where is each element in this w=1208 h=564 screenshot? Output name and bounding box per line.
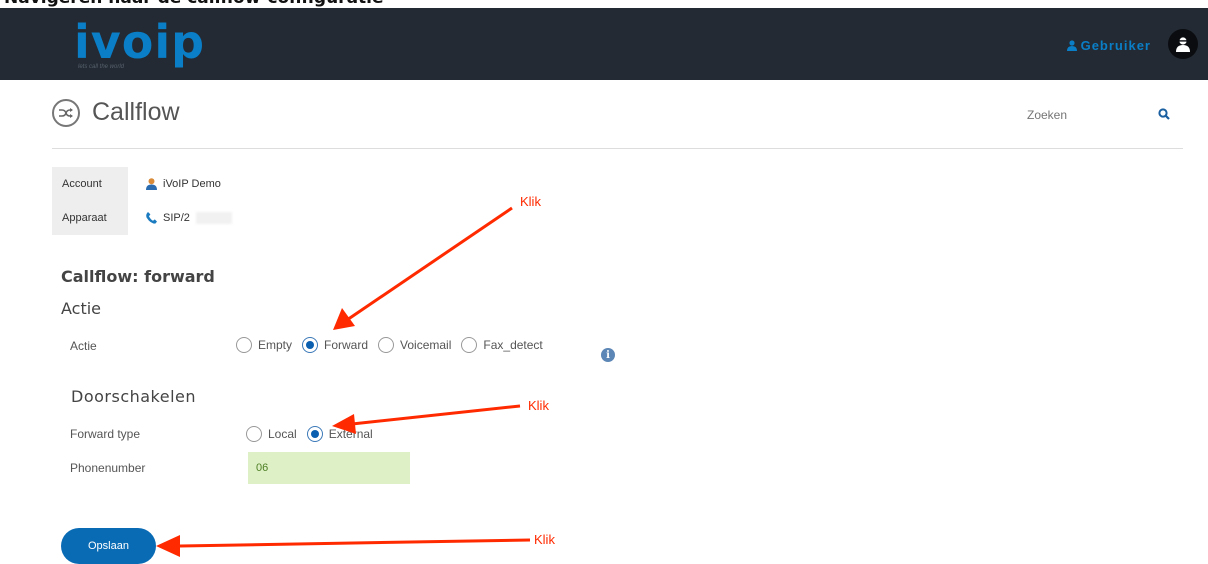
actie-heading: Actie — [61, 299, 102, 318]
heading-fragment: Navigeren naar de callflow-configuratie — [0, 0, 1208, 8]
top-navbar: ivoip lets call the world Gebruiker — [0, 8, 1208, 80]
redacted-number — [195, 212, 232, 224]
actie-option-fax-detect[interactable]: Fax_detect — [461, 337, 543, 353]
forward-type-label: Forward type — [70, 427, 141, 441]
page-title: Callflow — [92, 98, 180, 126]
account-user-icon — [146, 178, 157, 190]
actie-option-forward[interactable]: Forward — [302, 337, 368, 353]
actie-label: Actie — [70, 339, 97, 353]
klik-annotation-3: Klik — [534, 532, 555, 547]
device-value: SIP/2 — [128, 201, 232, 235]
radio-label: Empty — [258, 338, 293, 352]
search-button[interactable] — [1158, 107, 1170, 125]
account-row: Account iVoIP Demo — [52, 167, 232, 201]
device-label: Apparaat — [52, 201, 128, 235]
doorschakelen-heading: Doorschakelen — [71, 387, 197, 406]
arrow-to-forward — [333, 206, 513, 330]
search-input[interactable] — [1025, 103, 1157, 127]
actie-option-empty[interactable]: Empty — [236, 337, 292, 353]
radio-label: External — [328, 427, 373, 441]
title-divider — [52, 148, 1183, 149]
account-value: iVoIP Demo — [128, 167, 221, 201]
page-title-row: Callflow — [52, 98, 180, 127]
user-icon — [1066, 40, 1077, 51]
radio-label: Fax_detect — [483, 338, 543, 352]
search-box — [1025, 103, 1183, 129]
account-label: Account — [52, 167, 128, 201]
radio-circle[interactable] — [302, 337, 319, 353]
radio-circle[interactable] — [236, 337, 252, 353]
account-info-table: Account iVoIP Demo Apparaat SIP/2 — [52, 167, 232, 235]
actie-radio-group: Empty Forward Voicemail Fax_detect — [236, 337, 553, 353]
forward-type-external[interactable]: External — [306, 426, 373, 442]
save-button[interactable]: Opslaan — [61, 528, 156, 564]
radio-circle[interactable] — [461, 337, 478, 353]
ivoip-logo[interactable]: ivoip lets call the world — [74, 15, 206, 70]
phone-icon — [146, 212, 157, 224]
actie-option-voicemail[interactable]: Voicemail — [378, 337, 451, 353]
radio-label: Voicemail — [400, 338, 452, 352]
user-label: Gebruiker — [1080, 38, 1151, 53]
phonenumber-label: Phonenumber — [70, 461, 146, 475]
klik-annotation-2: Klik — [528, 398, 549, 413]
arrow-to-save — [156, 535, 531, 557]
forward-type-local[interactable]: Local — [246, 426, 297, 442]
radio-circle[interactable] — [306, 426, 323, 442]
heading-fragment-text: Navigeren naar de callflow-configuratie — [4, 0, 384, 8]
radio-label: Local — [268, 427, 297, 441]
info-icon[interactable]: i — [601, 348, 615, 362]
user-menu-link[interactable]: Gebruiker — [1066, 38, 1151, 53]
radio-circle[interactable] — [246, 426, 262, 442]
callflow-title: Callflow: forward — [61, 267, 215, 286]
logo-tagline: lets call the world — [78, 64, 125, 70]
radio-circle[interactable] — [378, 337, 395, 353]
logo-text: ivoip — [74, 15, 206, 69]
account-name: iVoIP Demo — [163, 178, 221, 190]
radio-label: Forward — [324, 338, 369, 352]
phonenumber-input[interactable] — [248, 452, 410, 484]
avatar-icon[interactable] — [1168, 29, 1198, 59]
device-row: Apparaat SIP/2 — [52, 201, 232, 235]
device-name: SIP/2 — [163, 212, 190, 224]
shuffle-icon — [52, 98, 80, 127]
forward-type-radio-group: Local External — [246, 426, 383, 442]
search-icon — [1158, 108, 1170, 120]
klik-annotation-1: Klik — [520, 194, 541, 209]
